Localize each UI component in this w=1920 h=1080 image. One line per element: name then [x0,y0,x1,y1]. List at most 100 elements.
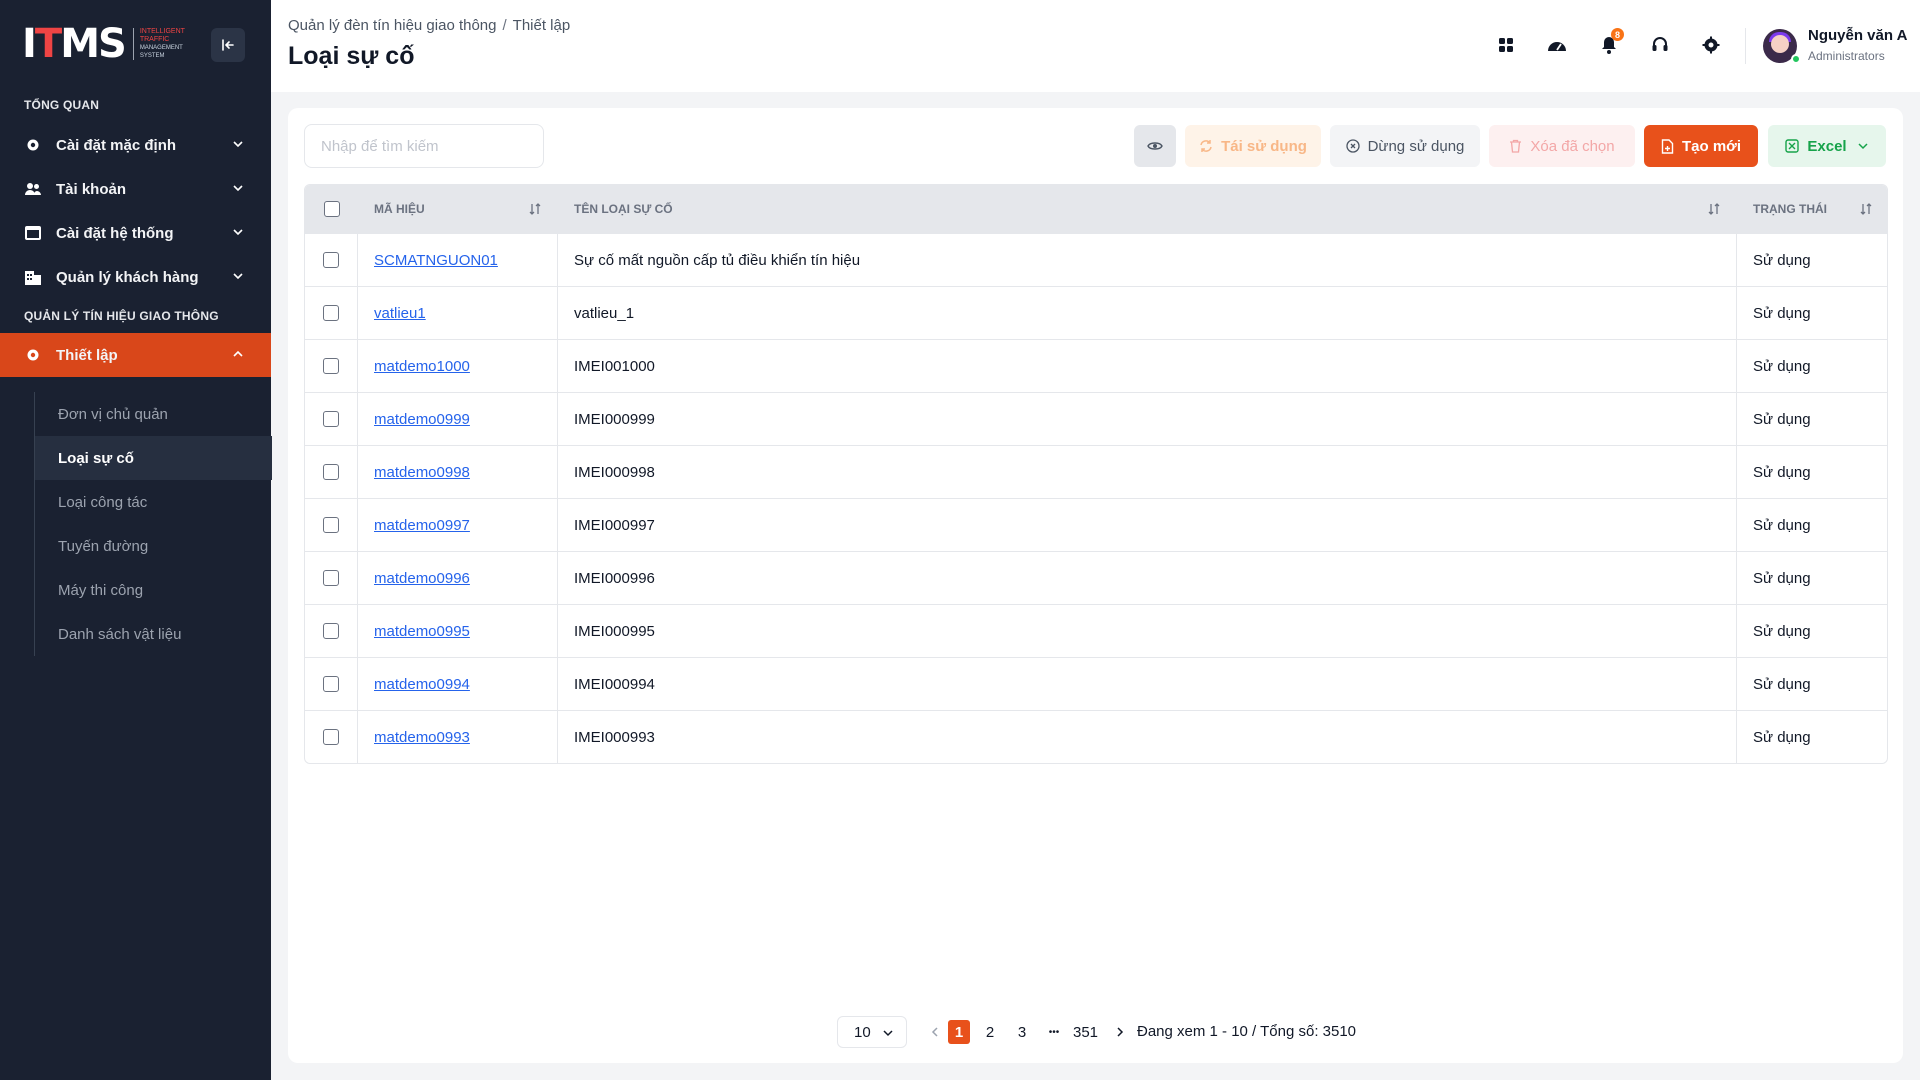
table-row: SCMATNGUON01 Sự cố mất nguồn cấp tủ điều… [305,233,1887,286]
table-row: matdemo0996 IMEI000996 Sử dụng [305,551,1887,604]
page-button-1[interactable]: 1 [948,1020,970,1044]
search-input[interactable] [304,124,544,168]
code-cell: matdemo0998 [358,446,558,498]
name-cell: IMEI000994 [558,658,1737,710]
collapse-sidebar-button[interactable] [211,28,245,62]
status-cell: Sử dụng [1753,304,1811,322]
code-cell: matdemo0993 [358,711,558,763]
row-checkbox-cell [305,287,358,339]
notifications-button[interactable]: 8 [1594,28,1624,60]
code-link[interactable]: matdemo1000 [374,358,470,375]
row-checkbox[interactable] [323,411,339,427]
stop-using-button[interactable]: Dừng sử dụng [1330,125,1480,167]
row-checkbox-cell [305,552,358,604]
submenu-item-machines[interactable]: Máy thi công [35,568,272,612]
row-checkbox[interactable] [323,570,339,586]
row-checkbox[interactable] [323,252,339,268]
content-card: Tái sử dụng Dừng sử dụng Xóa đã chọn Tạo… [288,108,1903,1063]
gear-icon [1702,36,1720,54]
incident-types-table: MÃ HIỆU TÊN LOẠI SỰ CỐ TRẠNG THÁI SCMATN… [304,184,1888,764]
row-checkbox[interactable] [323,305,339,321]
sidebar-item-customers[interactable]: Quản lý khách hàng [0,255,271,299]
code-link[interactable]: matdemo0995 [374,623,470,640]
sort-icon[interactable] [528,202,542,216]
sidebar-item-accounts[interactable]: Tài khoản [0,167,271,211]
submenu-item-materials[interactable]: Danh sách vật liệu [35,612,272,656]
status-cell: Sử dụng [1753,728,1811,746]
row-checkbox[interactable] [323,358,339,374]
code-link[interactable]: matdemo0993 [374,729,470,746]
excel-export-button[interactable]: Excel [1768,125,1886,167]
code-cell: matdemo0997 [358,499,558,551]
table-row: matdemo0995 IMEI000995 Sử dụng [305,604,1887,657]
column-header-code[interactable]: MÃ HIỆU [358,185,558,233]
prev-page-button[interactable] [924,1020,946,1044]
next-page-button[interactable] [1109,1020,1131,1044]
sidebar-item-system-settings[interactable]: Cài đặt hệ thống [0,211,271,255]
chevron-up-icon [233,350,243,357]
code-link[interactable]: matdemo0996 [374,570,470,587]
user-role: Administrators [1808,49,1885,63]
sidebar-item-default-settings[interactable]: Cài đặt mặc định [0,123,271,167]
column-header-label: TRẠNG THÁI [1753,202,1827,216]
reuse-button[interactable]: Tái sử dụng [1185,125,1321,167]
code-link[interactable]: vatlieu1 [374,305,426,322]
toggle-columns-button[interactable] [1134,125,1176,167]
code-cell: matdemo0995 [358,605,558,657]
page-button-3[interactable]: 3 [1011,1020,1033,1044]
chevron-left-icon [931,1027,938,1037]
name-cell: IMEI000995 [558,605,1737,657]
page-ellipsis[interactable]: ••• [1043,1020,1065,1044]
column-header-name[interactable]: TÊN LOẠI SỰ CỐ [558,185,1737,233]
row-checkbox[interactable] [323,464,339,480]
breadcrumb-item[interactable]: Thiết lập [513,17,571,34]
support-button[interactable] [1645,30,1675,60]
table-header-row: MÃ HIỆU TÊN LOẠI SỰ CỐ TRẠNG THÁI [305,185,1887,233]
trash-icon [1509,139,1522,153]
row-checkbox-cell [305,499,358,551]
row-checkbox-cell [305,658,358,710]
sort-icon[interactable] [1707,202,1721,216]
status-cell: Sử dụng [1753,410,1811,428]
user-name[interactable]: Nguyễn văn A [1808,27,1907,44]
row-checkbox[interactable] [323,676,339,692]
submenu-item-routes[interactable]: Tuyến đường [35,524,272,568]
sidebar-item-setup[interactable]: Thiết lập [0,333,271,377]
dashboard-button[interactable] [1542,30,1572,60]
excel-export-button-label: Excel [1807,137,1847,155]
row-checkbox[interactable] [323,623,339,639]
notification-badge: 8 [1611,28,1624,41]
code-link[interactable]: matdemo0999 [374,411,470,428]
delete-selected-button[interactable]: Xóa đã chọn [1489,125,1635,167]
row-checkbox[interactable] [323,729,339,745]
name-cell: IMEI000997 [558,499,1737,551]
page-size-value: 10 [854,1023,871,1041]
submenu-item-work-types[interactable]: Loại công tác [35,480,272,524]
sidebar-item-label: Quản lý khách hàng [56,268,199,286]
submenu-item-incident-types[interactable]: Loại sự cố [35,436,272,480]
page-size-select[interactable]: 10 [837,1016,907,1048]
reuse-button-label: Tái sử dụng [1221,137,1307,155]
code-link[interactable]: matdemo0997 [374,517,470,534]
select-all-checkbox[interactable] [323,201,340,217]
page-button-last[interactable]: 351 [1073,1020,1098,1044]
status-cell: Sử dụng [1753,463,1811,481]
file-plus-icon [1661,138,1674,154]
settings-button[interactable] [1696,30,1726,60]
code-link[interactable]: matdemo0994 [374,676,470,693]
breadcrumb-item[interactable]: Quản lý đèn tín hiệu giao thông [288,17,497,34]
page-button-2[interactable]: 2 [979,1020,1001,1044]
code-link[interactable]: SCMATNGUON01 [374,252,498,269]
gear-icon [24,136,42,154]
apps-button[interactable] [1491,30,1521,60]
row-checkbox[interactable] [323,517,339,533]
stop-using-button-label: Dừng sử dụng [1367,137,1465,155]
code-link[interactable]: matdemo0998 [374,464,470,481]
submenu-item-managing-unit[interactable]: Đơn vị chủ quản [35,392,272,436]
breadcrumb-separator: / [502,17,507,34]
create-new-button[interactable]: Tạo mới [1644,125,1758,167]
chevron-right-icon [1117,1027,1124,1037]
sort-icon[interactable] [1859,202,1873,216]
code-cell: vatlieu1 [358,287,558,339]
column-header-status[interactable]: TRẠNG THÁI [1737,185,1887,233]
